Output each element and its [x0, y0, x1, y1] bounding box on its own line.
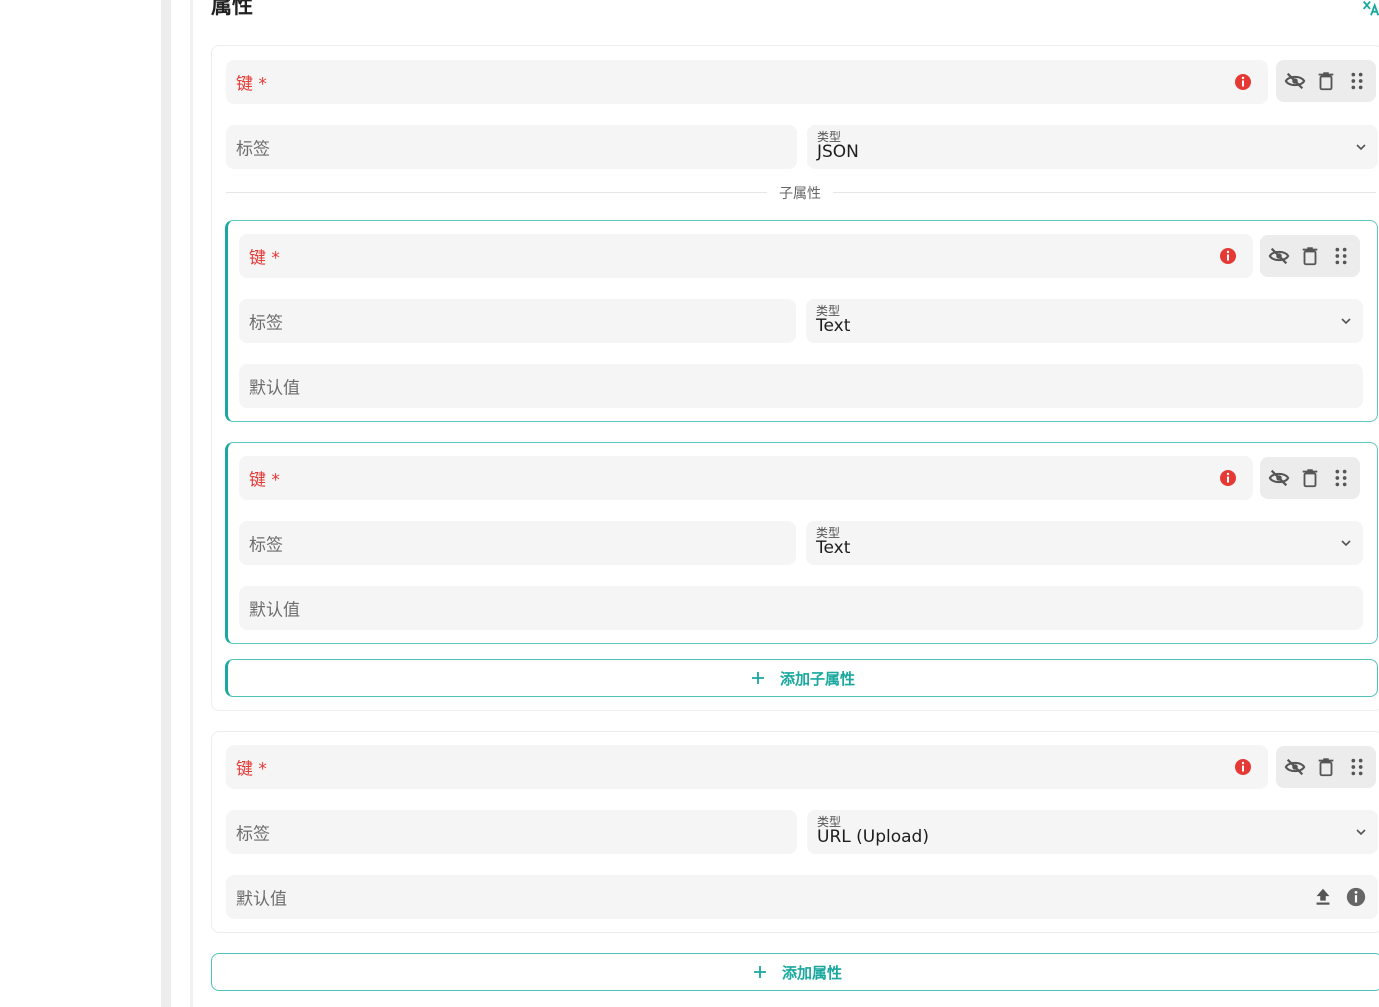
- left-sidebar-area: [0, 0, 161, 1007]
- type-value: URL (Upload): [817, 827, 929, 847]
- chevron-down-icon: [1356, 144, 1366, 151]
- key-input[interactable]: 键 *: [239, 234, 1253, 278]
- visibility-off-icon[interactable]: [1268, 467, 1290, 489]
- subproperty-actions: [1260, 235, 1360, 277]
- label-input[interactable]: 标签: [226, 125, 797, 169]
- default-value-placeholder: 默认值: [236, 889, 287, 910]
- chevron-down-icon: [1356, 829, 1366, 836]
- add-property-label: 添加属性: [781, 963, 842, 982]
- subproperty-actions: [1260, 457, 1360, 499]
- type-select[interactable]: 类型 URL (Upload): [807, 810, 1378, 854]
- type-select[interactable]: 类型 Text: [806, 299, 1363, 343]
- error-icon: [1220, 470, 1236, 486]
- property-card-2: 键 * 标签 类型 URL (Upload) 默认值: [211, 731, 1379, 933]
- error-icon: [1235, 74, 1251, 90]
- label-placeholder: 标签: [249, 313, 283, 334]
- type-select[interactable]: 类型 JSON: [807, 125, 1378, 169]
- label-placeholder: 标签: [249, 535, 283, 556]
- drag-handle-icon[interactable]: [1330, 245, 1352, 267]
- property-card-1: 键 * 标签 类型 JSON 子属性 键 * 标签 类型 Text 默认值 键 …: [211, 45, 1379, 711]
- key-input[interactable]: 键 *: [239, 456, 1253, 500]
- upload-icon[interactable]: [1312, 886, 1334, 908]
- trash-icon[interactable]: [1299, 467, 1321, 489]
- drag-handle-icon[interactable]: [1346, 70, 1368, 92]
- drag-handle-icon[interactable]: [1346, 756, 1368, 778]
- add-property-button[interactable]: 添加属性: [211, 953, 1379, 991]
- type-value: JSON: [817, 142, 859, 162]
- translate-icon[interactable]: [1360, 0, 1379, 19]
- key-input[interactable]: 键 *: [226, 745, 1268, 789]
- plus-icon: [751, 672, 764, 684]
- key-label: 键 *: [249, 470, 280, 491]
- subproperty-card-1: 键 * 标签 类型 Text 默认值: [225, 220, 1378, 422]
- property-actions: [1276, 746, 1376, 788]
- visibility-off-icon[interactable]: [1284, 70, 1306, 92]
- label-placeholder: 标签: [236, 824, 270, 845]
- default-value-input[interactable]: 默认值: [226, 875, 1378, 919]
- label-input[interactable]: 标签: [239, 299, 796, 343]
- default-value-input[interactable]: 默认值: [239, 586, 1363, 630]
- chevron-down-icon: [1341, 318, 1351, 325]
- drag-handle-icon[interactable]: [1330, 467, 1352, 489]
- visibility-off-icon[interactable]: [1284, 756, 1306, 778]
- label-placeholder: 标签: [236, 139, 270, 160]
- info-icon[interactable]: [1345, 886, 1367, 908]
- visibility-off-icon[interactable]: [1268, 245, 1290, 267]
- error-icon: [1235, 759, 1251, 775]
- key-input[interactable]: 键 *: [226, 60, 1268, 104]
- trash-icon[interactable]: [1315, 70, 1337, 92]
- default-value-placeholder: 默认值: [249, 600, 300, 621]
- trash-icon[interactable]: [1315, 756, 1337, 778]
- default-value-input[interactable]: 默认值: [239, 364, 1363, 408]
- type-select[interactable]: 类型 Text: [806, 521, 1363, 565]
- key-label: 键 *: [236, 74, 267, 95]
- plus-icon: [753, 966, 766, 978]
- add-subproperty-label: 添加子属性: [779, 669, 855, 688]
- section-title: 属性: [211, 0, 253, 18]
- default-value-placeholder: 默认值: [249, 378, 300, 399]
- key-label: 键 *: [249, 248, 280, 269]
- label-input[interactable]: 标签: [226, 810, 797, 854]
- trash-icon[interactable]: [1299, 245, 1321, 267]
- error-icon: [1220, 248, 1236, 264]
- add-subproperty-button[interactable]: 添加子属性: [225, 659, 1378, 697]
- subproperty-card-2: 键 * 标签 类型 Text 默认值: [225, 442, 1378, 644]
- type-value: Text: [816, 316, 851, 336]
- key-label: 键 *: [236, 759, 267, 780]
- property-actions: [1276, 60, 1376, 102]
- label-input[interactable]: 标签: [239, 521, 796, 565]
- chevron-down-icon: [1341, 540, 1351, 547]
- left-scroll-gutter: [161, 0, 171, 1007]
- subproperty-divider-label: 子属性: [767, 183, 833, 203]
- left-divider: [190, 0, 193, 1007]
- type-value: Text: [816, 538, 851, 558]
